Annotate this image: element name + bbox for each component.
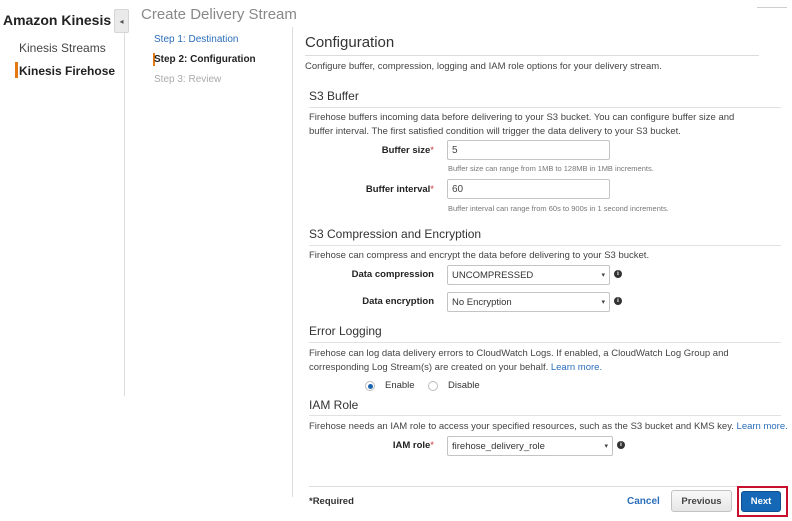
buffer-size-input[interactable] xyxy=(447,140,610,160)
section-title-compression: S3 Compression and Encryption xyxy=(309,227,482,241)
data-compression-select[interactable]: UNCOMPRESSED ▾ xyxy=(447,265,610,285)
error-logging-description-line1: Firehose can log data delivery errors to… xyxy=(309,348,729,359)
buffer-interval-label: Buffer interval* xyxy=(365,184,434,195)
buffer-interval-input[interactable] xyxy=(447,179,610,199)
data-encryption-select[interactable]: No Encryption ▾ xyxy=(447,292,610,312)
caret-down-icon: ▾ xyxy=(601,272,605,279)
next-button[interactable]: Next xyxy=(741,491,781,512)
previous-button[interactable]: Previous xyxy=(671,490,732,512)
sidebar-item-kinesis-streams[interactable]: Kinesis Streams xyxy=(19,41,106,55)
data-encryption-value: No Encryption xyxy=(452,296,512,308)
info-icon[interactable]: i xyxy=(614,270,622,278)
error-logging-description-line2: corresponding Log Stream(s) are created … xyxy=(309,362,603,373)
section-title-error-logging: Error Logging xyxy=(309,324,382,338)
error-logging-learn-more-link[interactable]: Learn more. xyxy=(551,362,602,373)
iam-description: Firehose needs an IAM role to access you… xyxy=(309,421,788,432)
enable-logging-label: Enable xyxy=(385,380,415,391)
sidebar-item-kinesis-firehose[interactable]: Kinesis Firehose xyxy=(19,64,115,78)
data-compression-value: UNCOMPRESSED xyxy=(452,269,534,281)
iam-role-select[interactable]: firehose_delivery_role ▾ xyxy=(447,436,613,456)
section-description: Configure buffer, compression, logging a… xyxy=(305,61,662,72)
active-indicator xyxy=(15,62,18,78)
iam-role-value: firehose_delivery_role xyxy=(452,440,545,452)
section-title-iam-role: IAM Role xyxy=(309,398,359,412)
nav-divider xyxy=(124,33,125,396)
step-configuration: Step 2: Configuration xyxy=(154,54,256,65)
buffer-interval-hint: Buffer interval can range from 60s to 90… xyxy=(448,204,669,213)
section-divider xyxy=(309,245,781,246)
buffer-size-hint: Buffer size can range from 1MB to 128MB … xyxy=(448,164,654,173)
data-encryption-label: Data encryption xyxy=(362,296,434,307)
footer-divider xyxy=(309,486,787,487)
disable-logging-radio[interactable] xyxy=(428,381,438,391)
info-icon[interactable]: i xyxy=(614,297,622,305)
top-divider xyxy=(757,7,787,8)
section-divider xyxy=(309,107,781,108)
step-destination[interactable]: Step 1: Destination xyxy=(154,34,239,45)
step-review: Step 3: Review xyxy=(154,74,222,85)
collapse-nav-button[interactable]: ◂ xyxy=(114,9,129,33)
info-icon[interactable]: i xyxy=(617,441,625,449)
buffer-size-label: Buffer size* xyxy=(381,145,434,156)
section-divider xyxy=(309,342,781,343)
compression-description: Firehose can compress and encrypt the da… xyxy=(309,250,650,261)
page-title: Create Delivery Stream xyxy=(141,6,297,23)
required-note: *Required xyxy=(309,496,354,507)
s3-buffer-description: Firehose buffers incoming data before de… xyxy=(309,112,735,137)
section-divider xyxy=(305,55,759,56)
iam-role-label: IAM role* xyxy=(392,440,434,451)
steps-divider xyxy=(292,27,293,497)
iam-learn-more-link[interactable]: Learn more. xyxy=(737,421,788,432)
caret-down-icon: ▾ xyxy=(604,443,608,450)
enable-logging-radio[interactable] xyxy=(365,381,375,391)
chevron-left-icon: ◂ xyxy=(119,16,124,26)
section-title-s3-buffer: S3 Buffer xyxy=(309,89,359,103)
section-divider xyxy=(309,415,781,416)
app-brand: Amazon Kinesis xyxy=(3,12,112,28)
caret-down-icon: ▾ xyxy=(601,299,605,306)
section-title-configuration: Configuration xyxy=(305,34,395,51)
data-compression-label: Data compression xyxy=(351,269,434,280)
disable-logging-label: Disable xyxy=(448,380,480,391)
radio-selected-dot xyxy=(367,383,373,389)
cancel-button[interactable]: Cancel xyxy=(627,496,660,507)
